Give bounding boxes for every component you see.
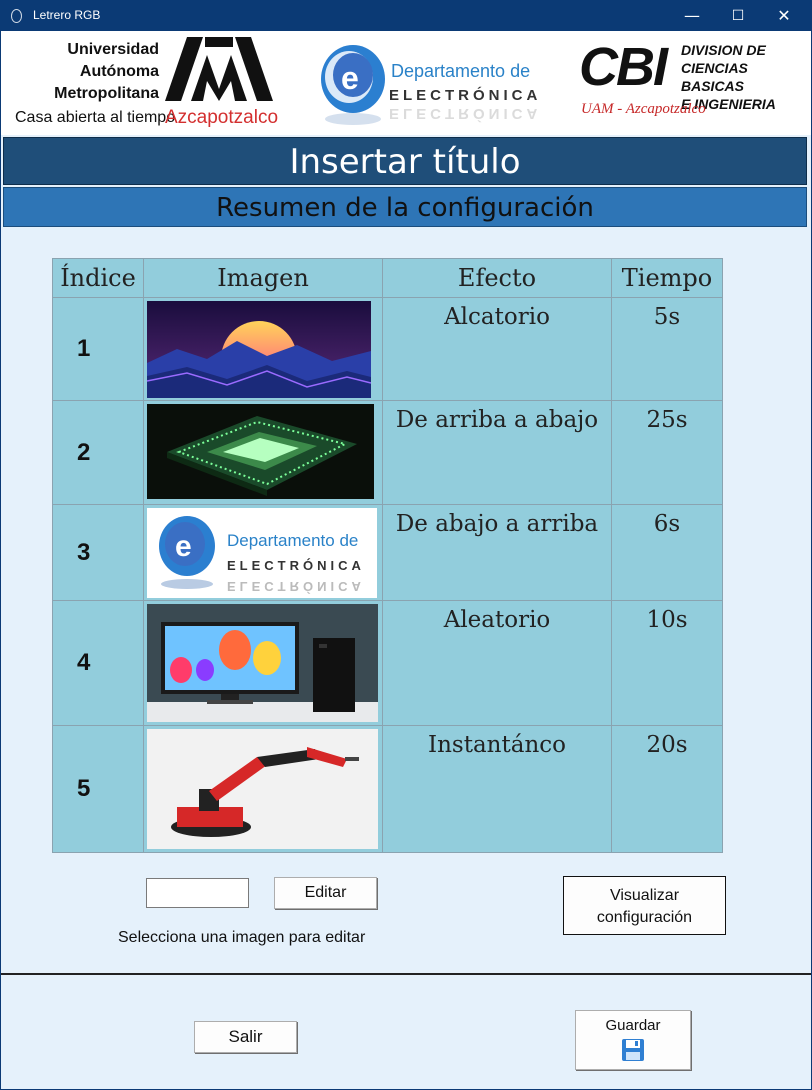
row-effect: Instantánco [382,725,612,853]
visualize-configuration-button[interactable]: Visualizar configuración [563,876,726,935]
window-title: Letrero RGB [33,8,101,22]
row-effect: De arriba a abajo [382,400,612,505]
row-index: 3 [52,504,144,601]
row-time: 20s [611,725,723,853]
row-image-cell[interactable] [143,297,383,401]
monitor-balloons-pc-image[interactable] [147,604,378,722]
synthwave-sunset-image[interactable] [147,301,371,398]
maximize-button[interactable]: ☐ [715,1,761,31]
robotic-arm-image[interactable] [147,729,378,849]
save-button-label: Guardar [605,1017,661,1034]
uam-tagline: Casa abierta al tiempo [15,109,176,126]
edit-index-input[interactable] [146,878,249,908]
edit-button[interactable]: Editar [274,877,377,909]
svg-text:ELECTRÓNICA: ELECTRÓNICA [227,558,365,573]
save-button[interactable]: Guardar [575,1010,691,1070]
row-index: 4 [52,600,144,726]
visualize-label-line2: configuración [596,909,693,926]
cbi-acronym: CBI [579,37,668,97]
table-row[interactable]: 2 De arriba a abajo 25s [52,400,723,505]
bottom-divider [1,973,811,975]
column-header-effect: Efecto [382,258,612,298]
table-row[interactable]: 3 e Departamento de ELECTRÓNICA ELECTRÓN… [52,504,723,601]
table-row[interactable]: 5 Instantánco 20s [52,725,723,853]
minimize-button[interactable]: — [669,1,715,31]
window-titlebar[interactable]: Letrero RGB — ☐ ✕ [1,1,811,31]
app-icon [11,9,22,23]
row-image-cell[interactable] [143,400,383,505]
row-effect: Aleatorio [382,600,612,726]
svg-text:Departamento de: Departamento de [227,531,358,550]
visualize-label-line1: Visualizar [609,887,680,904]
row-index: 2 [52,400,144,505]
electronica-reflection: ELECTRÓNICA [389,105,542,122]
row-image-cell[interactable] [143,725,383,853]
cbi-campus: UAM - Azcapotzalco [581,101,706,117]
column-header-index: Índice [52,258,144,298]
row-time: 10s [611,600,723,726]
table-row[interactable]: 4 Aleatorio 10s [52,600,723,726]
row-time: 5s [611,297,723,401]
column-header-image: Imagen [143,258,383,298]
edit-hint: Selecciona una imagen para editar [118,929,366,946]
row-image-cell[interactable] [143,600,383,726]
svg-text:ELECTRÓNICA: ELECTRÓNICA [227,579,365,594]
row-effect: Alcatorio [382,297,612,401]
svg-text:e: e [341,60,359,96]
uam-line2: Autónoma [79,63,159,80]
cbi-line2: CIENCIAS BASICAS [681,60,748,94]
uam-logo-icon [165,37,273,101]
configuration-table: Índice Imagen Efecto Tiempo 1 Alcatorio … [52,258,723,853]
logo-banner: Universidad Autónoma Metropolitana Casa … [1,31,811,135]
row-image-cell[interactable]: e Departamento de ELECTRÓNICA ELECTRÓNIC… [143,504,383,601]
electronica-line1: Departamento de [391,61,531,81]
electronica-line2: ELECTRÓNICA [389,87,542,104]
app-window: Letrero RGB — ☐ ✕ Universidad Autónoma M… [0,0,812,1090]
uam-campus: Azcapotzalco [165,107,279,128]
table-header-row: Índice Imagen Efecto Tiempo [52,258,723,298]
page-title[interactable]: Insertar título [3,137,807,185]
page-subtitle: Resumen de la configuración [3,187,807,227]
table-row[interactable]: 1 Alcatorio 5s [52,297,723,401]
row-index: 1 [52,297,144,401]
svg-text:e: e [175,530,192,563]
uam-name: Universidad Autónoma Metropolitana [54,39,159,105]
electronica-logo-icon: e [321,45,385,125]
exit-button[interactable]: Salir [194,1021,297,1053]
departamento-electronica-logo-image[interactable]: e Departamento de ELECTRÓNICA ELECTRÓNIC… [147,508,377,598]
row-effect: De abajo a arriba [382,504,612,601]
row-index: 5 [52,725,144,853]
close-button[interactable]: ✕ [761,1,807,31]
glowing-cpu-chip-image[interactable] [147,404,374,499]
uam-line1: Universidad [67,41,159,58]
column-header-time: Tiempo [611,258,723,298]
uam-line3: Metropolitana [54,85,159,102]
floppy-disk-icon [622,1039,644,1061]
cbi-line1: DIVISION DE [681,42,766,58]
row-time: 25s [611,400,723,505]
row-time: 6s [611,504,723,601]
